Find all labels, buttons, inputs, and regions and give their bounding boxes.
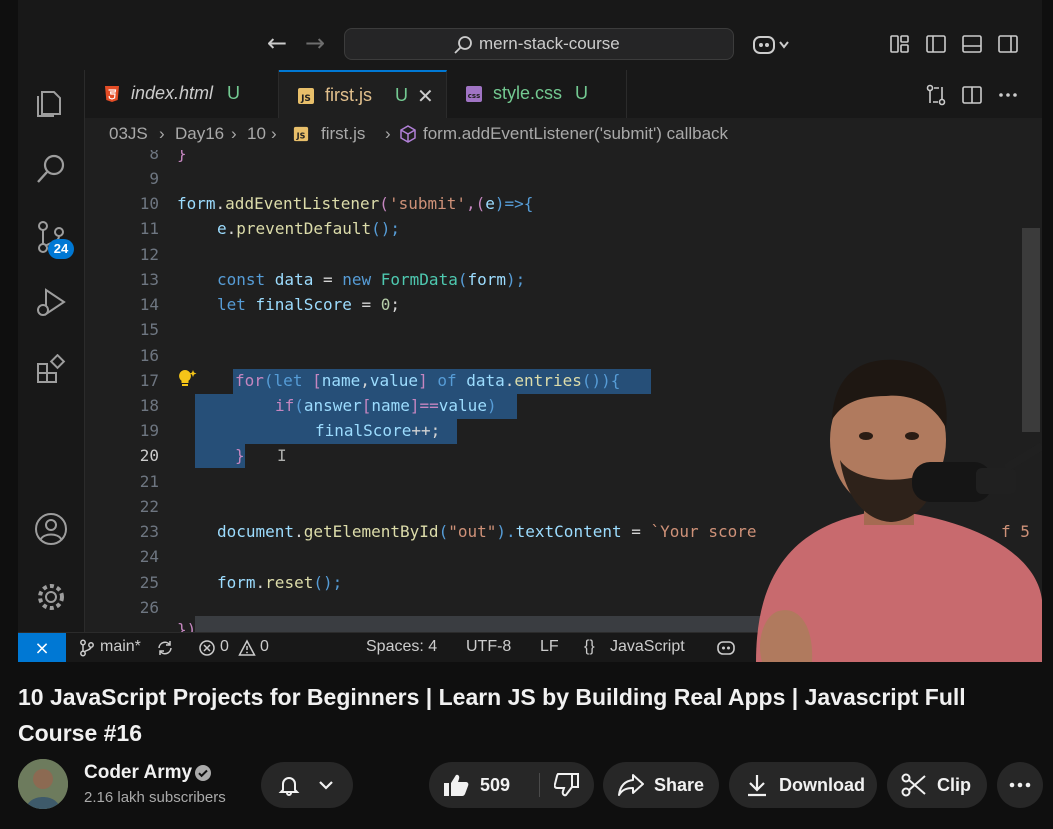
- avatar[interactable]: [18, 759, 68, 809]
- scissors-icon: [901, 773, 926, 797]
- close-tab-icon[interactable]: ✕: [417, 84, 434, 108]
- error-icon: [199, 640, 215, 656]
- download-button[interactable]: Download: [729, 762, 877, 808]
- toggle-secondary-sidebar-icon: [998, 34, 1018, 54]
- split-editor-icon: [962, 86, 982, 104]
- dislike-button[interactable]: [540, 762, 594, 808]
- more-actions-icon: [999, 93, 1017, 97]
- share-button[interactable]: Share: [603, 762, 719, 808]
- account-icon: [35, 513, 67, 545]
- gear-icon: [38, 584, 64, 610]
- more-horizontal-icon: [1009, 782, 1031, 788]
- branch-name[interactable]: main*: [100, 638, 141, 656]
- activity-bar: 24: [18, 70, 85, 632]
- editor-tabs: index.html U JS first.js U ✕ css style.c…: [85, 70, 1042, 119]
- scm-badge: 24: [48, 239, 74, 259]
- command-center-label: mern-stack-course: [479, 34, 620, 53]
- sync-icon[interactable]: [156, 639, 174, 657]
- search-icon: [454, 36, 472, 54]
- download-icon: [748, 775, 766, 797]
- html5-icon: [105, 86, 119, 102]
- like-button[interactable]: 509: [429, 762, 539, 808]
- verified-badge-icon: [195, 765, 211, 781]
- compare-changes-icon: [926, 84, 946, 106]
- share-icon: [618, 774, 644, 796]
- css-file-icon: css: [466, 86, 482, 102]
- channel-avatar-image: [18, 759, 68, 809]
- breadcrumb: 03JS › Day16 › 10 › JS first.js › form.a…: [85, 118, 1042, 150]
- back-arrow-icon: ←: [266, 29, 288, 57]
- vscode-titlebar: ← → mern-stack-course: [18, 0, 1042, 71]
- thumbs-down-icon: [554, 773, 579, 797]
- js-file-icon: JS: [293, 126, 309, 142]
- customize-layout-icon: [890, 34, 910, 54]
- bell-icon: [278, 777, 300, 796]
- tab-index-html[interactable]: index.html U: [85, 70, 279, 118]
- lightbulb-sparkle-icon[interactable]: [177, 368, 197, 388]
- remote-icon[interactable]: ⨯: [18, 633, 66, 662]
- method-cube-icon: [400, 125, 416, 143]
- chevron-down-icon: [319, 781, 333, 790]
- toggle-sidebar-icon: [926, 34, 946, 54]
- video-title: 10 JavaScript Projects for Beginners | L…: [18, 684, 966, 746]
- like-dislike-group: 509: [429, 762, 594, 808]
- video-player[interactable]: ← → mern-stack-course 24 index.html U JS…: [18, 0, 1042, 662]
- braces-icon: {}: [584, 638, 595, 655]
- copilot-icon: [753, 36, 789, 54]
- svg-text:JS: JS: [300, 94, 311, 104]
- tab-first-js[interactable]: JS first.js U ✕: [279, 70, 447, 118]
- branch-icon: [80, 639, 94, 657]
- warning-icon: [238, 639, 256, 656]
- js-file-icon: JS: [298, 88, 314, 104]
- channel-name[interactable]: Coder Army: [84, 762, 192, 784]
- clip-button[interactable]: Clip: [887, 762, 987, 808]
- thumbs-up-icon: [444, 774, 469, 796]
- command-center: mern-stack-course: [344, 28, 734, 60]
- presenter-webcam: [756, 359, 1042, 662]
- run-debug-icon: [37, 288, 66, 316]
- svg-text:css: css: [468, 92, 480, 100]
- notification-bell-button[interactable]: [261, 762, 353, 808]
- svg-text:JS: JS: [296, 131, 306, 140]
- copilot-status-icon[interactable]: [716, 639, 736, 657]
- tab-style-css[interactable]: css style.css U: [447, 70, 627, 118]
- extensions-icon: [37, 354, 66, 383]
- more-options-button[interactable]: [997, 762, 1043, 808]
- subscriber-count: 2.16 lakh subscribers: [84, 789, 226, 806]
- explorer-icon: [37, 91, 61, 117]
- forward-arrow-icon: →: [304, 29, 326, 57]
- toggle-panel-icon: [962, 34, 982, 54]
- search-icon: [37, 154, 65, 183]
